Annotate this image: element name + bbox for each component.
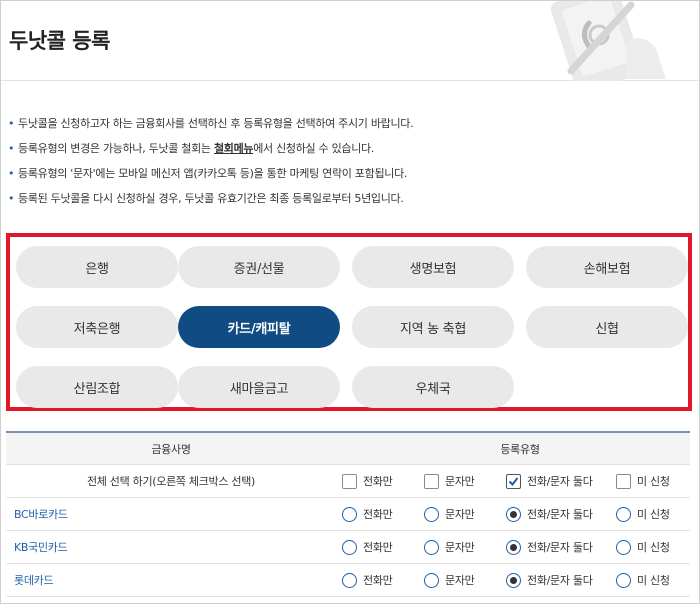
radio-both[interactable]: 전화/문자 둘다 (506, 531, 593, 563)
notice-item: • 등록된 두낫콜을 다시 신청하실 경우, 두낫콜 유효기간은 최종 등록일로부… (8, 192, 404, 205)
checkbox[interactable] (342, 473, 357, 489)
category-post-office[interactable]: 우체국 (352, 366, 514, 408)
select-all-both[interactable]: 전화/문자 둘다 (506, 465, 593, 497)
radio-none[interactable]: 미 신청 (616, 564, 670, 596)
notice-list: • 두낫콜을 신청하고자 하는 금융회사를 선택하신 후 등록유형을 선택하여 주… (8, 116, 688, 216)
radio-sms-only[interactable]: 문자만 (424, 498, 475, 530)
category-savings-bank[interactable]: 저축은행 (16, 306, 178, 348)
category-life-insurance[interactable]: 생명보험 (352, 246, 514, 288)
notice-text: 두낫콜을 신청하고자 하는 금융회사를 선택하신 후 등록유형을 선택하여 주시… (18, 117, 414, 130)
radio-none[interactable]: 미 신청 (616, 498, 670, 530)
company-name: BC바로카드 (14, 508, 68, 521)
category-nonlife-insurance[interactable]: 손해보험 (526, 246, 688, 288)
checkbox[interactable] (616, 473, 631, 489)
check-icon (508, 476, 519, 486)
select-all-row: 전체 선택 하기(오른쪽 체크박스 선택) 전화만 문자만 전화/문자 둘다 미… (6, 465, 690, 498)
withdraw-menu-link[interactable]: 철회메뉴 (214, 142, 254, 155)
select-all-phone-only[interactable]: 전화만 (342, 465, 393, 497)
notice-text: 등록된 두낫콜을 다시 신청하실 경우, 두낫콜 유효기간은 최종 등록일로부터… (18, 192, 404, 205)
notice-item: • 두낫콜을 신청하고자 하는 금융회사를 선택하신 후 등록유형을 선택하여 주… (8, 117, 414, 130)
select-all-label: 전체 선택 하기(오른쪽 체크박스 선택) (86, 475, 256, 488)
category-selector: 은행 증권/선물 생명보험 손해보험 저축은행 카드/캐피탈 지역 농 축협 신… (6, 233, 692, 411)
notice-item: • 등록유형의 '문자'에는 모바일 메신저 앱(카카오톡 등)을 통한 마케팅 … (8, 167, 408, 180)
page-title: 두낫콜 등록 (9, 29, 110, 53)
radio-phone-only[interactable]: 전화만 (342, 564, 393, 596)
radio-sms-only[interactable]: 문자만 (424, 564, 475, 596)
header-type: 등록유형 (500, 442, 540, 456)
category-forestry[interactable]: 산림조합 (16, 366, 178, 408)
category-nonghyup[interactable]: 지역 농 축협 (352, 306, 514, 348)
category-card-capital[interactable]: 카드/캐피탈 (178, 306, 340, 348)
page-header: 두낫콜 등록 (1, 1, 699, 81)
registration-table: 금융사명 등록유형 전체 선택 하기(오른쪽 체크박스 선택) 전화만 문자만 … (6, 431, 690, 597)
table-row: BC바로카드 전화만 문자만 전화/문자 둘다 미 신청 (6, 498, 690, 531)
table-row: 롯데카드 전화만 문자만 전화/문자 둘다 미 신청 (6, 564, 690, 597)
table-row: KB국민카드 전화만 문자만 전화/문자 둘다 미 신청 (6, 531, 690, 564)
select-all-none[interactable]: 미 신청 (616, 465, 670, 497)
no-call-phone-icon (550, 1, 666, 81)
radio-sms-only[interactable]: 문자만 (424, 531, 475, 563)
radio-phone-only[interactable]: 전화만 (342, 531, 393, 563)
company-name: KB국민카드 (14, 541, 68, 554)
checkbox[interactable] (424, 473, 439, 489)
checkbox-checked[interactable] (506, 473, 521, 489)
select-all-sms-only[interactable]: 문자만 (424, 465, 475, 497)
table-header: 금융사명 등록유형 (6, 433, 690, 465)
category-bank[interactable]: 은행 (16, 246, 178, 288)
notice-item: • 등록유형의 변경은 가능하나, 두낫콜 철회는 철회메뉴에서 신청하실 수 있… (8, 142, 375, 155)
radio-none[interactable]: 미 신청 (616, 531, 670, 563)
radio-phone-only[interactable]: 전화만 (342, 498, 393, 530)
category-saemaul[interactable]: 새마을금고 (178, 366, 340, 408)
category-securities[interactable]: 증권/선물 (178, 246, 340, 288)
notice-text: 등록유형의 '문자'에는 모바일 메신저 앱(카카오톡 등)을 통한 마케팅 연… (18, 167, 408, 180)
notice-text: 에서 신청하실 수 있습니다. (253, 142, 375, 155)
company-name: 롯데카드 (14, 574, 54, 587)
radio-both[interactable]: 전화/문자 둘다 (506, 564, 593, 596)
category-shinhyup[interactable]: 신협 (526, 306, 688, 348)
radio-both[interactable]: 전화/문자 둘다 (506, 498, 593, 530)
header-company: 금융사명 (151, 442, 191, 456)
notice-text: 등록유형의 변경은 가능하나, 두낫콜 철회는 (18, 142, 214, 155)
